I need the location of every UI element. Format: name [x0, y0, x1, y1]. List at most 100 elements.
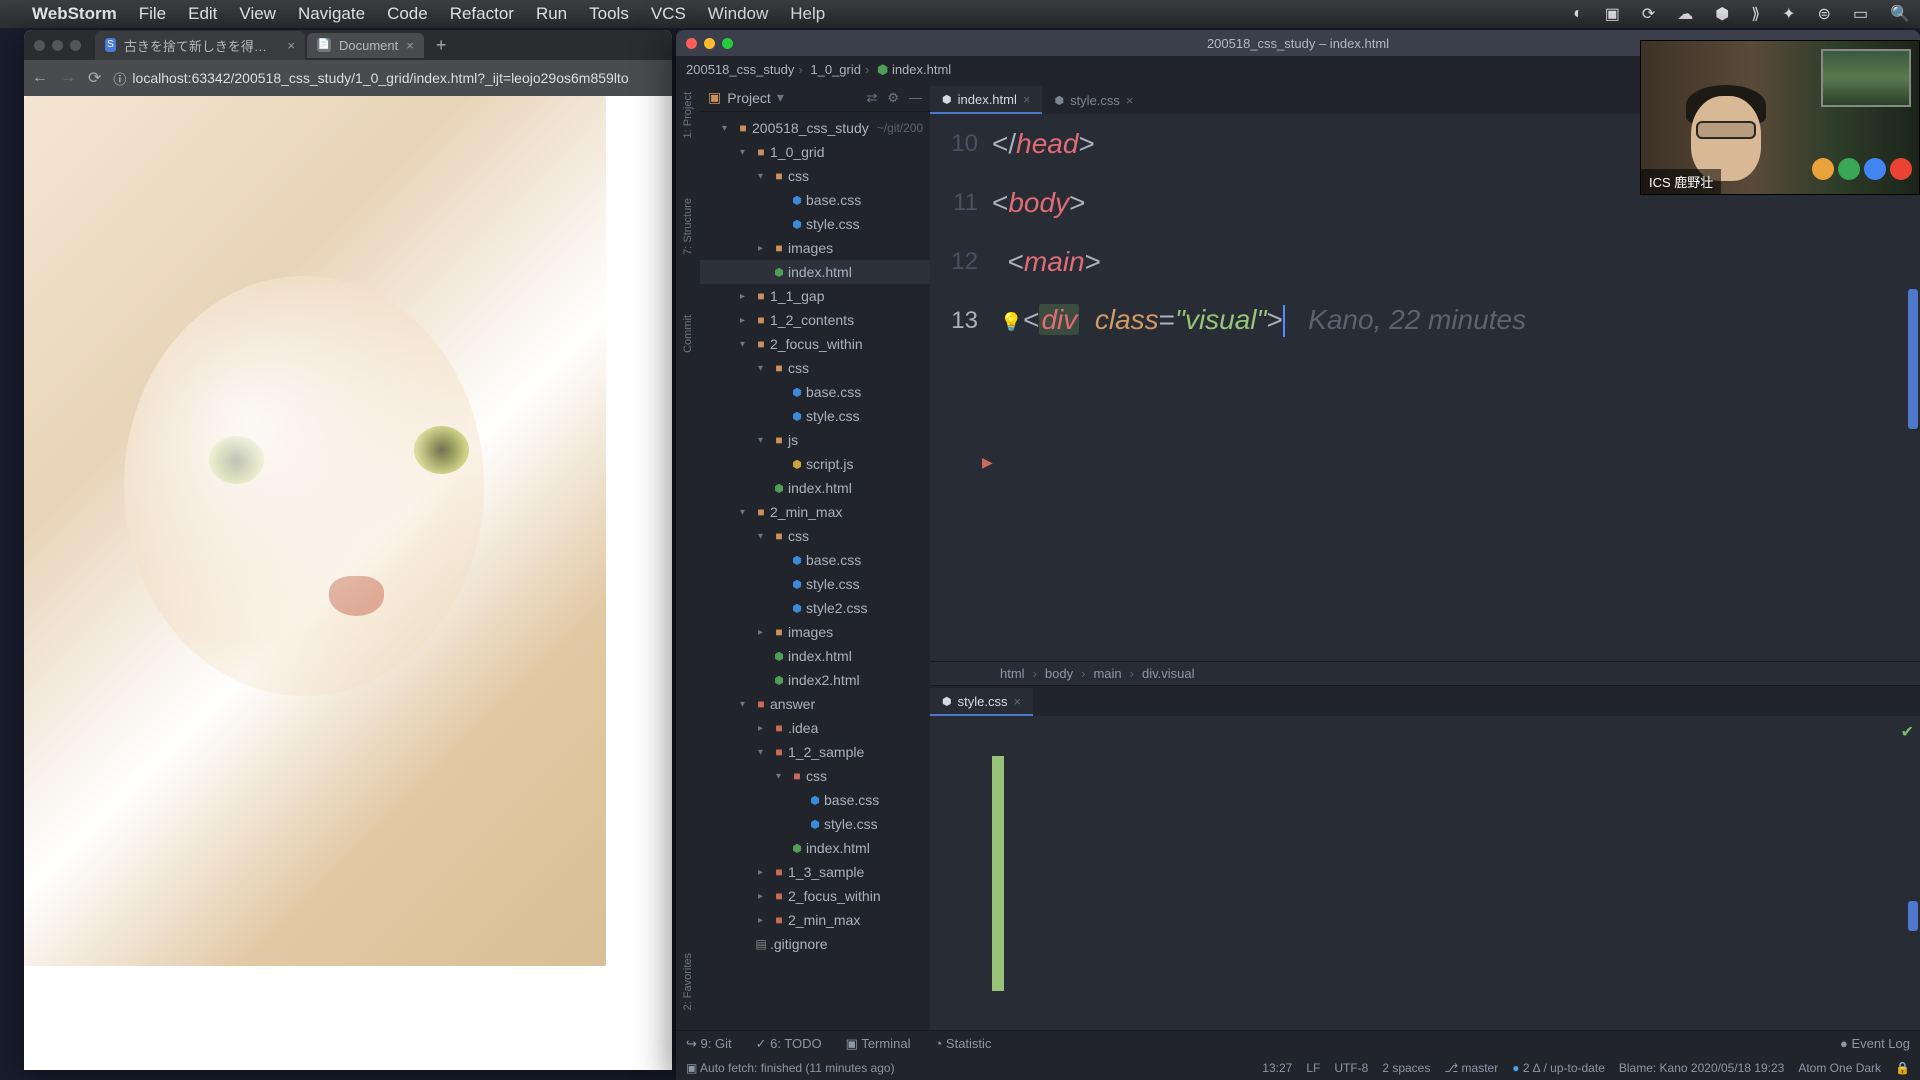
back-button[interactable]: ←: [32, 69, 48, 87]
editor-tab[interactable]: ⬢style.css×: [930, 688, 1033, 716]
project-view-label[interactable]: Project: [727, 90, 771, 106]
menu-window[interactable]: Window: [708, 4, 768, 24]
project-file-tree[interactable]: ▾■200518_css_study~/git/200▾■1_0_grid▾■c…: [700, 112, 930, 1030]
tree-row[interactable]: ▾■1_2_sample: [700, 740, 930, 764]
theme-indicator[interactable]: Atom One Dark: [1798, 1061, 1881, 1075]
tool-tab-project[interactable]: 1: Project: [682, 92, 694, 138]
tree-row[interactable]: ⬢script.js: [700, 452, 930, 476]
tree-row[interactable]: ⬢style.css: [700, 572, 930, 596]
vcs-status[interactable]: ● 2 ∆ / up-to-date: [1512, 1061, 1605, 1075]
settings-icon[interactable]: ⚙: [887, 90, 899, 106]
new-tab-button[interactable]: +: [426, 35, 457, 56]
tree-row[interactable]: ▤.gitignore: [700, 932, 930, 956]
lock-icon[interactable]: 🔒: [1895, 1061, 1910, 1075]
reload-button[interactable]: ⟳: [88, 68, 101, 88]
intention-bulb-icon[interactable]: 💡: [1000, 312, 1022, 333]
tree-row[interactable]: ▸■1_3_sample: [700, 860, 930, 884]
tree-row[interactable]: ⬢style.css: [700, 212, 930, 236]
close-tab-icon[interactable]: ×: [406, 38, 414, 53]
menubar-app-name[interactable]: WebStorm: [32, 4, 117, 24]
editor-tab[interactable]: ⬢index.html×: [930, 86, 1042, 114]
menu-file[interactable]: File: [139, 4, 166, 24]
app-icon[interactable]: [1890, 158, 1912, 180]
tool-event-log[interactable]: ● Event Log: [1840, 1036, 1910, 1051]
git-blame[interactable]: Blame: Kano 2020/05/18 19:23: [1619, 1061, 1784, 1075]
menu-navigate[interactable]: Navigate: [298, 4, 365, 24]
menu-code[interactable]: Code: [387, 4, 428, 24]
tree-row[interactable]: ⬢base.css: [700, 380, 930, 404]
menu-vcs[interactable]: VCS: [651, 4, 686, 24]
menu-help[interactable]: Help: [790, 4, 825, 24]
wifi-icon[interactable]: ⊜: [1818, 4, 1831, 24]
tree-row[interactable]: ▾■2_min_max: [700, 500, 930, 524]
tool-tab-structure[interactable]: 7: Structure: [682, 198, 694, 255]
tree-row[interactable]: ⬢index.html: [700, 836, 930, 860]
status-icon[interactable]: ✦: [1782, 4, 1795, 24]
tree-row[interactable]: ▾■answer: [700, 692, 930, 716]
inspection-ok-icon[interactable]: ✔: [1901, 722, 1914, 742]
close-tab-icon[interactable]: ×: [287, 38, 295, 53]
status-icon[interactable]: ▣: [1605, 4, 1620, 24]
status-icon[interactable]: ⟳: [1642, 4, 1655, 24]
tree-row[interactable]: ⬢base.css: [700, 548, 930, 572]
tool-todo[interactable]: ✓ 6: TODO: [756, 1036, 822, 1052]
tree-row[interactable]: ▾■css: [700, 524, 930, 548]
menu-refactor[interactable]: Refactor: [450, 4, 514, 24]
line-separator[interactable]: LF: [1306, 1061, 1320, 1075]
indent-setting[interactable]: 2 spaces: [1382, 1061, 1430, 1075]
editor-breadcrumb[interactable]: html› body› main› div.visual: [930, 661, 1920, 685]
tree-row[interactable]: ⬢base.css: [700, 188, 930, 212]
tree-row[interactable]: ▾■js: [700, 428, 930, 452]
code-editor-html[interactable]: 10</head>11<body>12 <main>13 <div class=…: [930, 114, 1920, 661]
tree-row[interactable]: ⬢style.css: [700, 404, 930, 428]
status-icon[interactable]: ⟫: [1751, 4, 1760, 24]
tree-row[interactable]: ▸■1_2_contents: [700, 308, 930, 332]
window-traffic-lights[interactable]: [34, 40, 81, 51]
tree-row[interactable]: ⬢index.html: [700, 260, 930, 284]
tree-row[interactable]: ▾■2_focus_within: [700, 332, 930, 356]
site-info-icon[interactable]: ⓘ: [113, 69, 126, 88]
tree-row[interactable]: ⬢index2.html: [700, 668, 930, 692]
tree-row[interactable]: ⬢index.html: [700, 476, 930, 500]
menu-run[interactable]: Run: [536, 4, 567, 24]
browser-tab[interactable]: S 古きを捨て新しきを得るためのCS ×: [95, 31, 305, 60]
breadcrumb[interactable]: 200518_css_study› 1_0_grid› ⬢ index.html: [686, 62, 951, 78]
gutter-marker-icon[interactable]: ▶: [982, 454, 993, 471]
tool-terminal[interactable]: ▣ Terminal: [846, 1036, 911, 1052]
tool-statistic[interactable]: ◔ Statistic: [934, 1036, 991, 1052]
tool-tab-favorites[interactable]: 2: Favorites: [682, 953, 694, 1010]
collapse-icon[interactable]: ⇄: [866, 90, 877, 106]
scrollbar-thumb[interactable]: [1908, 901, 1918, 931]
caret-position[interactable]: 13:27: [1262, 1061, 1292, 1075]
tree-row[interactable]: ▸■2_min_max: [700, 908, 930, 932]
tree-row[interactable]: ▾■css: [700, 164, 930, 188]
status-icon[interactable]: ⬢: [1715, 4, 1729, 24]
menu-view[interactable]: View: [239, 4, 276, 24]
file-encoding[interactable]: UTF-8: [1334, 1061, 1368, 1075]
tool-git[interactable]: ↪ 9: Git: [686, 1036, 732, 1052]
tree-row[interactable]: ⬢style2.css: [700, 596, 930, 620]
status-icon[interactable]: ◐: [1573, 5, 1583, 23]
git-branch[interactable]: ⎇ master: [1444, 1061, 1498, 1075]
tool-tab-commit[interactable]: Commit: [682, 315, 694, 353]
app-icon[interactable]: [1812, 158, 1834, 180]
app-icon[interactable]: [1864, 158, 1886, 180]
status-icon[interactable]: ☁: [1677, 4, 1693, 24]
browser-tab[interactable]: 📄 Document ×: [307, 33, 424, 58]
tree-row[interactable]: ⬢base.css: [700, 788, 930, 812]
tree-row[interactable]: ⬢style.css: [700, 812, 930, 836]
spotlight-icon[interactable]: 🔍: [1890, 4, 1910, 24]
tree-row[interactable]: ▸■1_1_gap: [700, 284, 930, 308]
menu-tools[interactable]: Tools: [589, 4, 629, 24]
app-icon[interactable]: [1838, 158, 1860, 180]
tree-row[interactable]: ▾■css: [700, 764, 930, 788]
tree-row[interactable]: ▸■images: [700, 620, 930, 644]
tree-row[interactable]: ⬢index.html: [700, 644, 930, 668]
tree-row[interactable]: ▸■2_focus_within: [700, 884, 930, 908]
tree-row[interactable]: ▸■.idea: [700, 716, 930, 740]
editor-tab[interactable]: ⬢style.css×: [1042, 86, 1145, 114]
window-traffic-lights[interactable]: [686, 38, 733, 49]
scrollbar-thumb[interactable]: [1908, 289, 1918, 429]
code-editor-css[interactable]: ✔: [930, 716, 1920, 1030]
hide-icon[interactable]: —: [909, 90, 922, 106]
